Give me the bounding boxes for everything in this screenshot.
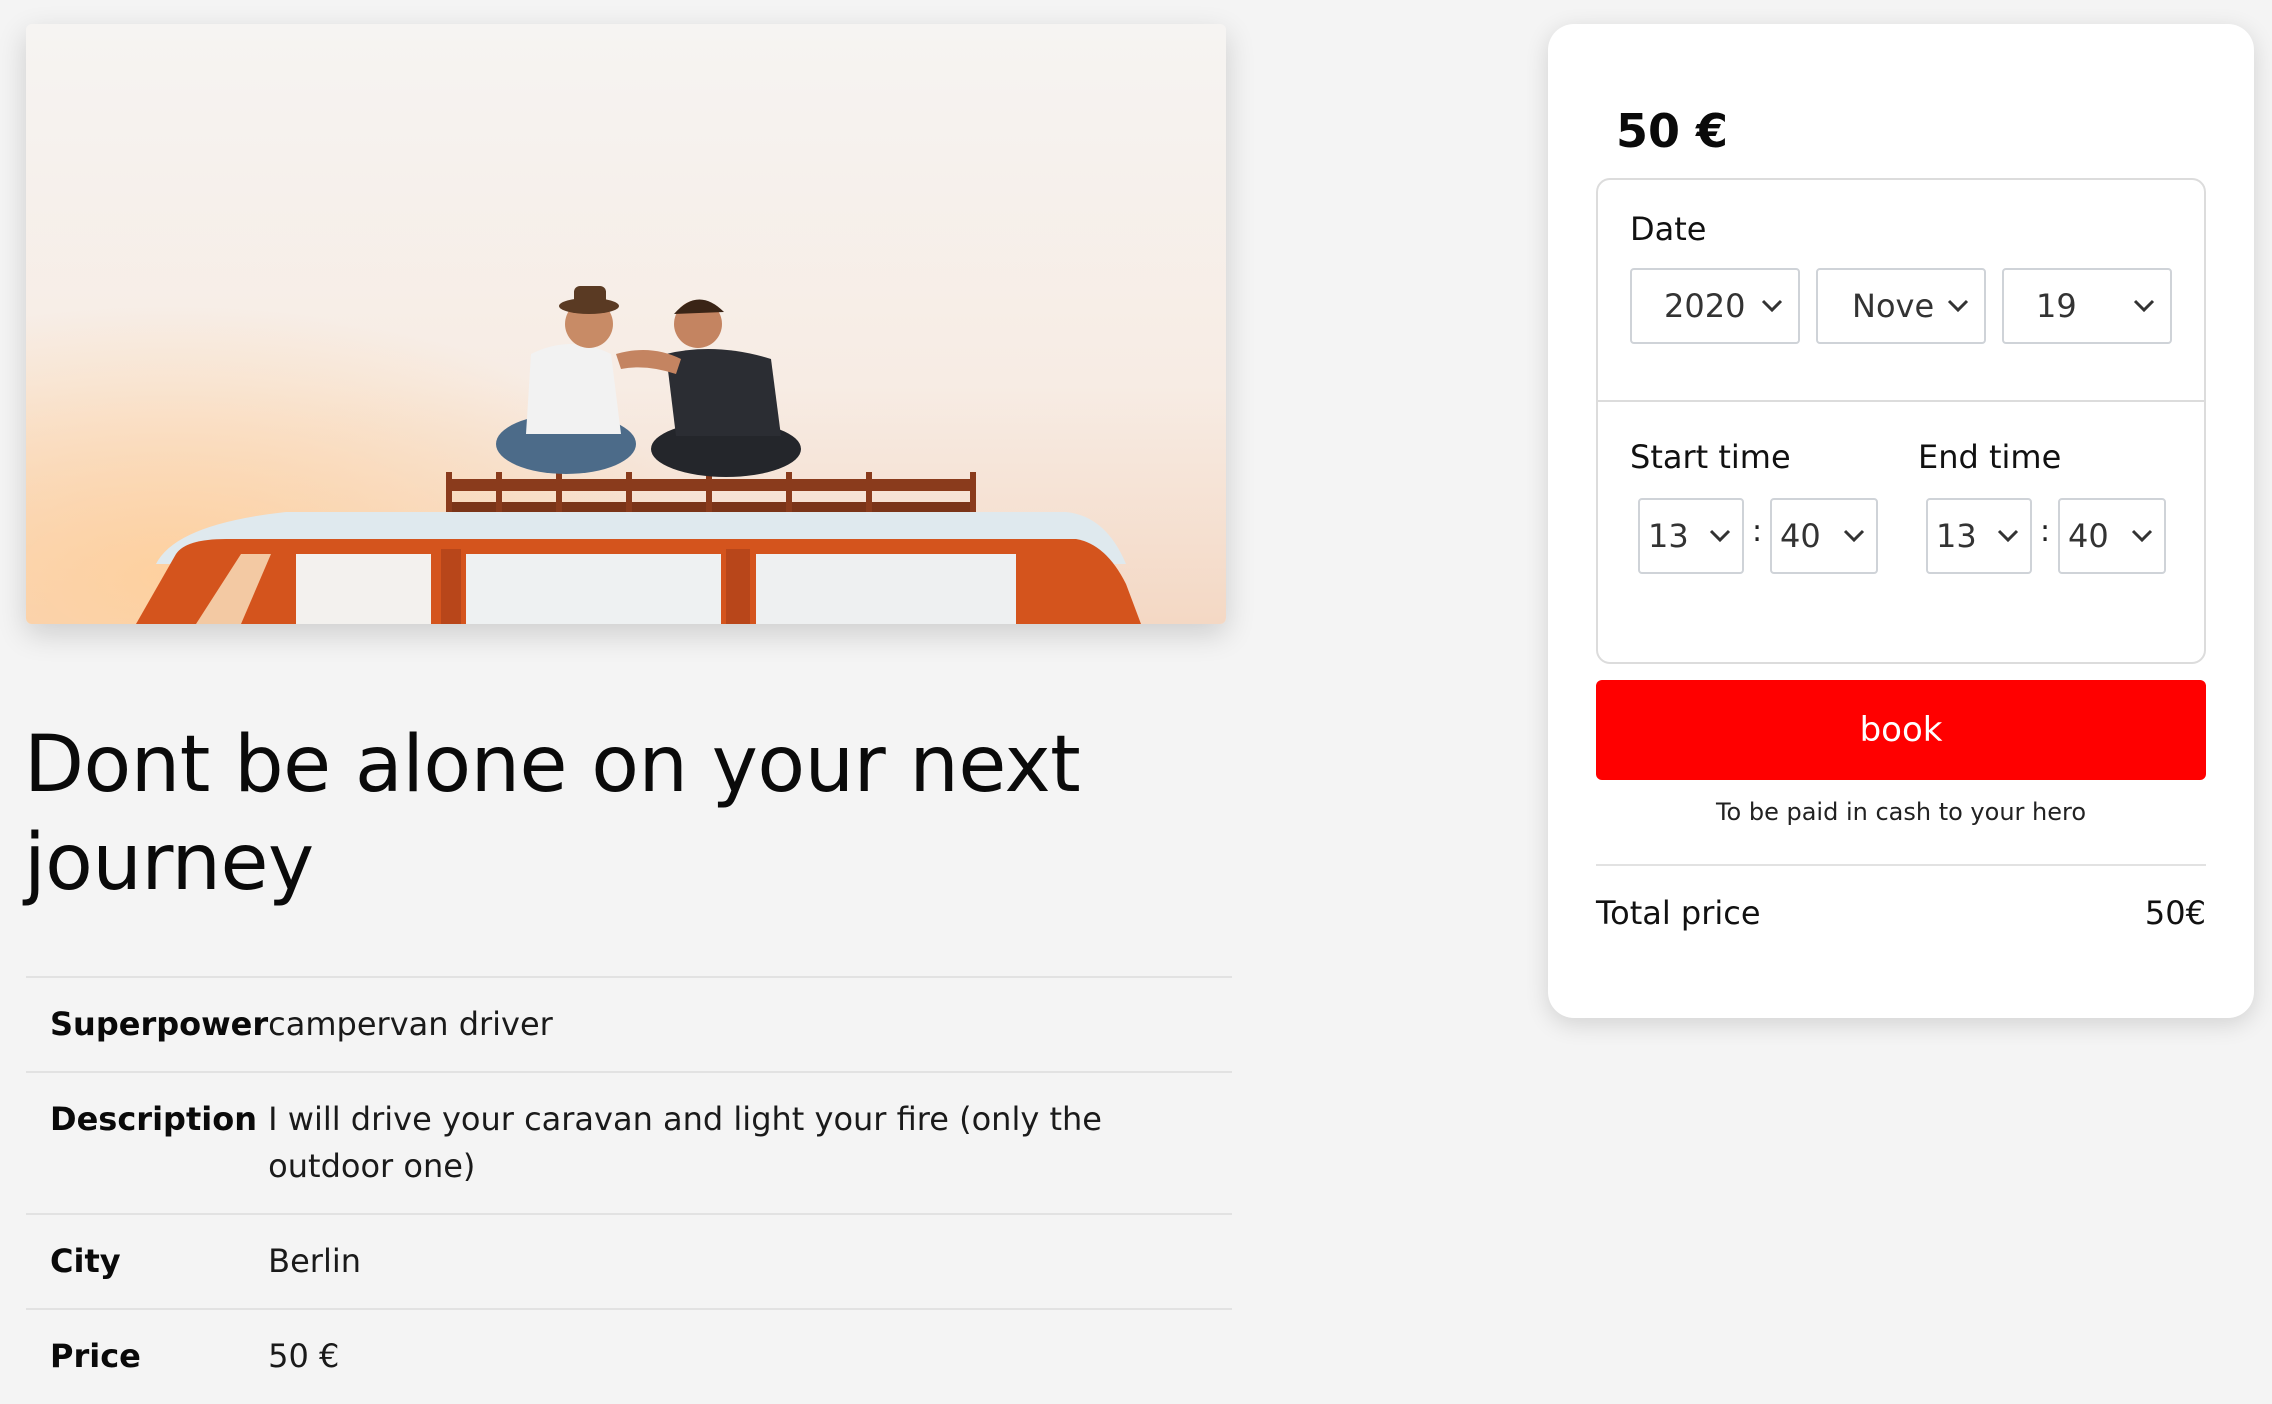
chevron-down-icon bbox=[2133, 299, 2155, 313]
end-hour-select[interactable]: 13 bbox=[1926, 498, 2032, 574]
booking-card: 50 € Date 2020 Nove 19 Start time End ti… bbox=[1548, 24, 2254, 1018]
book-button[interactable]: book bbox=[1596, 680, 2206, 780]
chevron-down-icon bbox=[1997, 529, 2019, 543]
details-label: Superpower bbox=[26, 976, 269, 1072]
year-select[interactable]: 2020 bbox=[1630, 268, 1800, 344]
details-row-description: Description I will drive your caravan an… bbox=[26, 1071, 1232, 1214]
end-time-separator: : bbox=[2040, 514, 2051, 549]
chevron-down-icon bbox=[1947, 299, 1969, 313]
details-value: I will drive your caravan and light your… bbox=[268, 1071, 1232, 1214]
booking-price: 50 € bbox=[1616, 104, 1729, 158]
details-value: Berlin bbox=[268, 1213, 1232, 1309]
details-row-price: Price 50 € bbox=[26, 1308, 1232, 1403]
start-minute-select[interactable]: 40 bbox=[1770, 498, 1878, 574]
end-minute-value: 40 bbox=[2068, 517, 2109, 555]
picker-divider bbox=[1598, 400, 2204, 402]
total-divider bbox=[1596, 864, 2206, 866]
start-hour-select[interactable]: 13 bbox=[1638, 498, 1744, 574]
end-minute-select[interactable]: 40 bbox=[2058, 498, 2166, 574]
start-hour-value: 13 bbox=[1648, 517, 1689, 555]
details-table: Superpower campervan driver Description … bbox=[26, 976, 1232, 1403]
day-select-value: 19 bbox=[2036, 287, 2077, 325]
details-value: 50 € bbox=[268, 1308, 1232, 1403]
end-hour-value: 13 bbox=[1936, 517, 1977, 555]
start-time-label: Start time bbox=[1630, 438, 1791, 476]
total-price-label: Total price bbox=[1596, 894, 1761, 932]
year-select-value: 2020 bbox=[1664, 287, 1746, 325]
details-label: Description bbox=[26, 1071, 269, 1214]
payment-note: To be paid in cash to your hero bbox=[1715, 798, 2087, 826]
details-row-city: City Berlin bbox=[26, 1213, 1232, 1309]
chevron-down-icon bbox=[1761, 299, 1783, 313]
listing-title: Dont be alone on your next journey bbox=[24, 720, 1081, 908]
details-value: campervan driver bbox=[268, 976, 1232, 1072]
listing-photo bbox=[26, 24, 1226, 624]
total-price-value: 50€ bbox=[2144, 894, 2206, 932]
details-row-superpower: Superpower campervan driver bbox=[26, 976, 1232, 1072]
details-label: City bbox=[26, 1213, 269, 1309]
chevron-down-icon bbox=[2131, 529, 2153, 543]
end-time-label: End time bbox=[1918, 438, 2062, 476]
campervan-photo-illustration bbox=[26, 24, 1226, 624]
month-select[interactable]: Nove bbox=[1816, 268, 1986, 344]
day-select[interactable]: 19 bbox=[2002, 268, 2172, 344]
month-select-value: Nove bbox=[1852, 287, 1935, 325]
datetime-picker: Date 2020 Nove 19 Start time End time 13 bbox=[1596, 178, 2206, 664]
details-label: Price bbox=[26, 1308, 269, 1403]
chevron-down-icon bbox=[1709, 529, 1731, 543]
date-label: Date bbox=[1630, 210, 1707, 248]
page: Dont be alone on your next journey Super… bbox=[0, 0, 2272, 1404]
start-time-separator: : bbox=[1752, 514, 1763, 549]
start-minute-value: 40 bbox=[1780, 517, 1821, 555]
chevron-down-icon bbox=[1843, 529, 1865, 543]
